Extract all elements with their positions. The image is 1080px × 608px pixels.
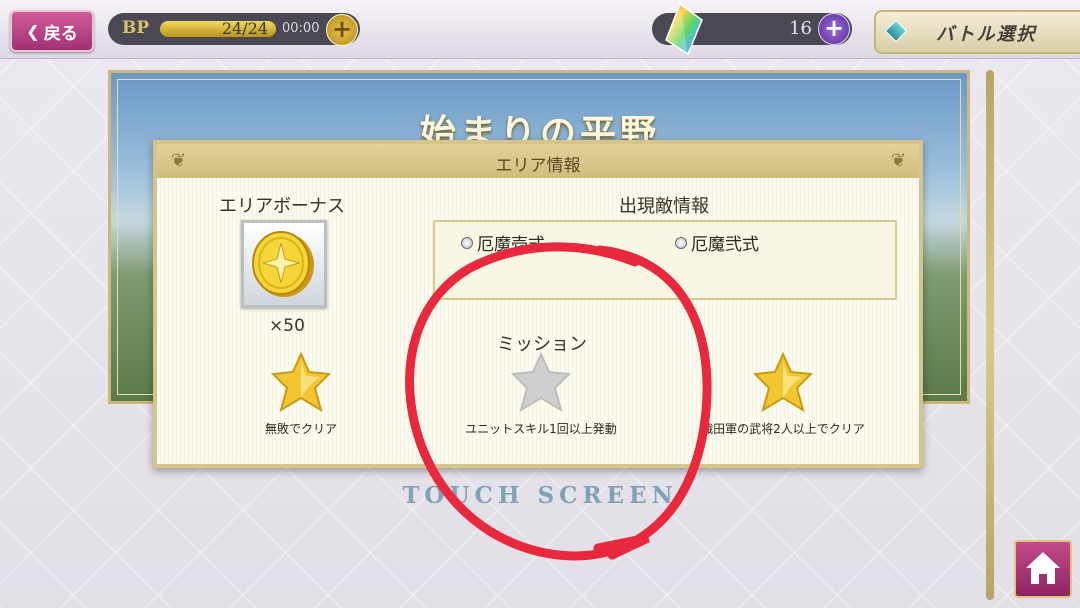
enemy-bullet-icon	[675, 236, 687, 249]
touch-screen-prompt[interactable]: TOUCH SCREEN	[340, 482, 740, 509]
plus-icon: +	[331, 15, 353, 43]
back-button-label: 戻る	[43, 23, 78, 44]
home-icon	[1026, 552, 1060, 584]
star-icon	[271, 352, 331, 413]
area-info-dialog[interactable]: ❦ エリア情報 ❦ エリアボーナス ×50 出現敵情報 厄魔壱式 厄魔弐式 ミッ…	[153, 140, 923, 468]
area-bonus-label: エリアボーナス	[219, 196, 345, 217]
bp-plus-button[interactable]: +	[326, 14, 358, 46]
enemy-item[interactable]: 厄魔壱式	[461, 230, 545, 255]
bp-timer: 00:00	[282, 21, 320, 36]
battle-select-button[interactable]: バトル選択	[874, 10, 1080, 54]
bp-panel: BP 24/24 00:00 +	[108, 13, 360, 46]
gold-coin-icon	[252, 231, 314, 297]
star-icon	[511, 352, 571, 413]
area-bonus-tile[interactable]	[241, 220, 327, 308]
mission-item: 無敗でクリア	[201, 352, 401, 437]
enemy-bullet-icon	[461, 236, 473, 249]
scroll-rail	[986, 70, 994, 600]
battle-select-label: バトル選択	[936, 24, 1037, 45]
plus-icon: +	[823, 14, 845, 42]
ornament-icon: ❦	[891, 150, 907, 171]
chevron-left-icon: ❮	[26, 21, 40, 41]
bp-value: 24/24	[221, 19, 268, 38]
mission-item: 織田軍の武将2人以上でクリア	[683, 352, 883, 437]
enemy-list: 厄魔壱式 厄魔弐式	[433, 220, 897, 300]
area-bonus-count: ×50	[269, 316, 305, 336]
back-button[interactable]: ❮ 戻る	[10, 10, 94, 52]
enemy-info-label: 出現敵情報	[619, 196, 709, 217]
diamond-icon	[884, 19, 908, 43]
star-icon	[753, 352, 813, 413]
gem-plus-button[interactable]: +	[818, 13, 850, 45]
dialog-header: ❦ エリア情報 ❦	[157, 144, 919, 178]
bp-label: BP	[122, 18, 150, 38]
mission-item: ユニットスキル1回以上発動	[441, 352, 641, 437]
gem-count: 16	[789, 18, 812, 39]
mission-text: 無敗でクリア	[264, 422, 337, 436]
enemy-name: 厄魔壱式	[477, 235, 545, 255]
mission-text: 織田軍の武将2人以上でクリア	[701, 422, 865, 436]
home-button[interactable]	[1014, 540, 1072, 598]
enemy-item[interactable]: 厄魔弐式	[675, 230, 759, 255]
mission-text: ユニットスキル1回以上発動	[465, 422, 617, 436]
enemy-name: 厄魔弐式	[691, 235, 759, 255]
dialog-title: エリア情報	[495, 156, 581, 176]
rainbow-gem-icon	[665, 2, 703, 56]
